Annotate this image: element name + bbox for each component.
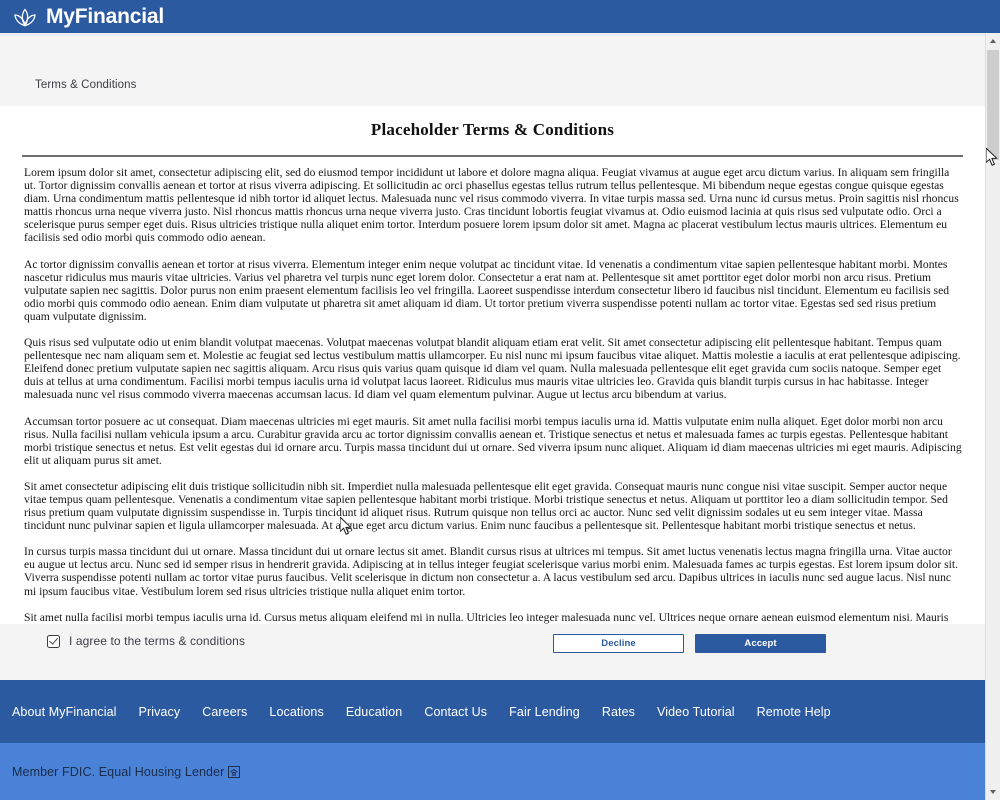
footer-link-about-myfinancial[interactable]: About MyFinancial bbox=[12, 705, 117, 719]
application-window: MyFinancial Terms & Conditions Placehold… bbox=[0, 0, 1000, 800]
document-paragraph: Sit amet nulla facilisi morbi tempus iac… bbox=[24, 610, 960, 624]
footer-link-fair-lending[interactable]: Fair Lending bbox=[509, 705, 580, 719]
agree-checkbox[interactable] bbox=[47, 634, 60, 648]
footer-legal-bar: Member FDIC. Equal Housing Lender bbox=[0, 743, 1000, 800]
document-title: Placeholder Terms & Conditions bbox=[370, 120, 615, 139]
breadcrumb: Terms & Conditions bbox=[35, 79, 137, 91]
footer-link-rates[interactable]: Rates bbox=[602, 705, 635, 719]
document-body: Lorem ipsum dolor sit amet, consectetur … bbox=[0, 166, 985, 624]
footer-link-video-tutorial[interactable]: Video Tutorial bbox=[657, 705, 735, 719]
brand-name: MyFinancial bbox=[46, 5, 164, 28]
accept-button[interactable]: Accept bbox=[695, 634, 826, 653]
footer-link-education[interactable]: Education bbox=[346, 705, 403, 719]
footer-link-contact-us[interactable]: Contact Us bbox=[424, 705, 487, 719]
window-scrollbar-thumb[interactable] bbox=[987, 50, 999, 160]
document-paragraph: Quis risus sed vulputate odio ut enim bl… bbox=[24, 336, 961, 402]
agree-checkbox-label: I agree to the terms & conditions bbox=[69, 634, 246, 648]
document-paragraph: Sit amet consectetur adipiscing elit dui… bbox=[24, 479, 948, 533]
footer-navigation: About MyFinancial Privacy Careers Locations… bbox=[0, 680, 1000, 743]
legal-disclosure-text: Member FDIC. Equal Housing Lender bbox=[12, 764, 241, 779]
terms-scroll-area[interactable]: Placeholder Terms & Conditions Lorem ips… bbox=[0, 106, 985, 624]
checkmark-icon bbox=[48, 635, 58, 645]
page-content: Terms & Conditions Placeholder Terms & C… bbox=[0, 36, 1000, 680]
equal-housing-lender-icon bbox=[228, 765, 241, 778]
footer-link-careers[interactable]: Careers bbox=[202, 705, 247, 719]
action-buttons: Decline Accept bbox=[553, 634, 826, 653]
action-bar: I agree to the terms & conditions Declin… bbox=[0, 624, 1000, 680]
document-paragraph: In cursus turpis massa tincidunt dui ut … bbox=[24, 545, 959, 598]
window-scrollbar[interactable] bbox=[985, 33, 1000, 800]
lotus-flower-icon bbox=[14, 8, 36, 27]
title-divider bbox=[22, 155, 963, 157]
legal-text-value: Member FDIC. Equal Housing Lender bbox=[12, 764, 225, 779]
footer-link-privacy[interactable]: Privacy bbox=[139, 705, 181, 719]
footer-link-remote-help[interactable]: Remote Help bbox=[757, 705, 831, 719]
document-paragraph: Accumsan tortor posuere ac ut consequat.… bbox=[24, 414, 962, 467]
agree-checkbox-row[interactable]: I agree to the terms & conditions bbox=[47, 634, 245, 648]
document-paragraph: Ac tortor dignissim convallis aenean et … bbox=[24, 257, 950, 323]
terms-panel: Placeholder Terms & Conditions Lorem ips… bbox=[0, 106, 1000, 624]
decline-button[interactable]: Decline bbox=[553, 634, 684, 653]
document-paragraph: Lorem ipsum dolor sit amet, consectetur … bbox=[24, 166, 959, 245]
site-header: MyFinancial bbox=[0, 0, 1000, 33]
window-scroll-down-arrow-icon[interactable] bbox=[986, 784, 1000, 800]
footer-link-locations[interactable]: Locations bbox=[269, 705, 323, 719]
window-scroll-up-arrow-icon[interactable] bbox=[986, 33, 1000, 49]
